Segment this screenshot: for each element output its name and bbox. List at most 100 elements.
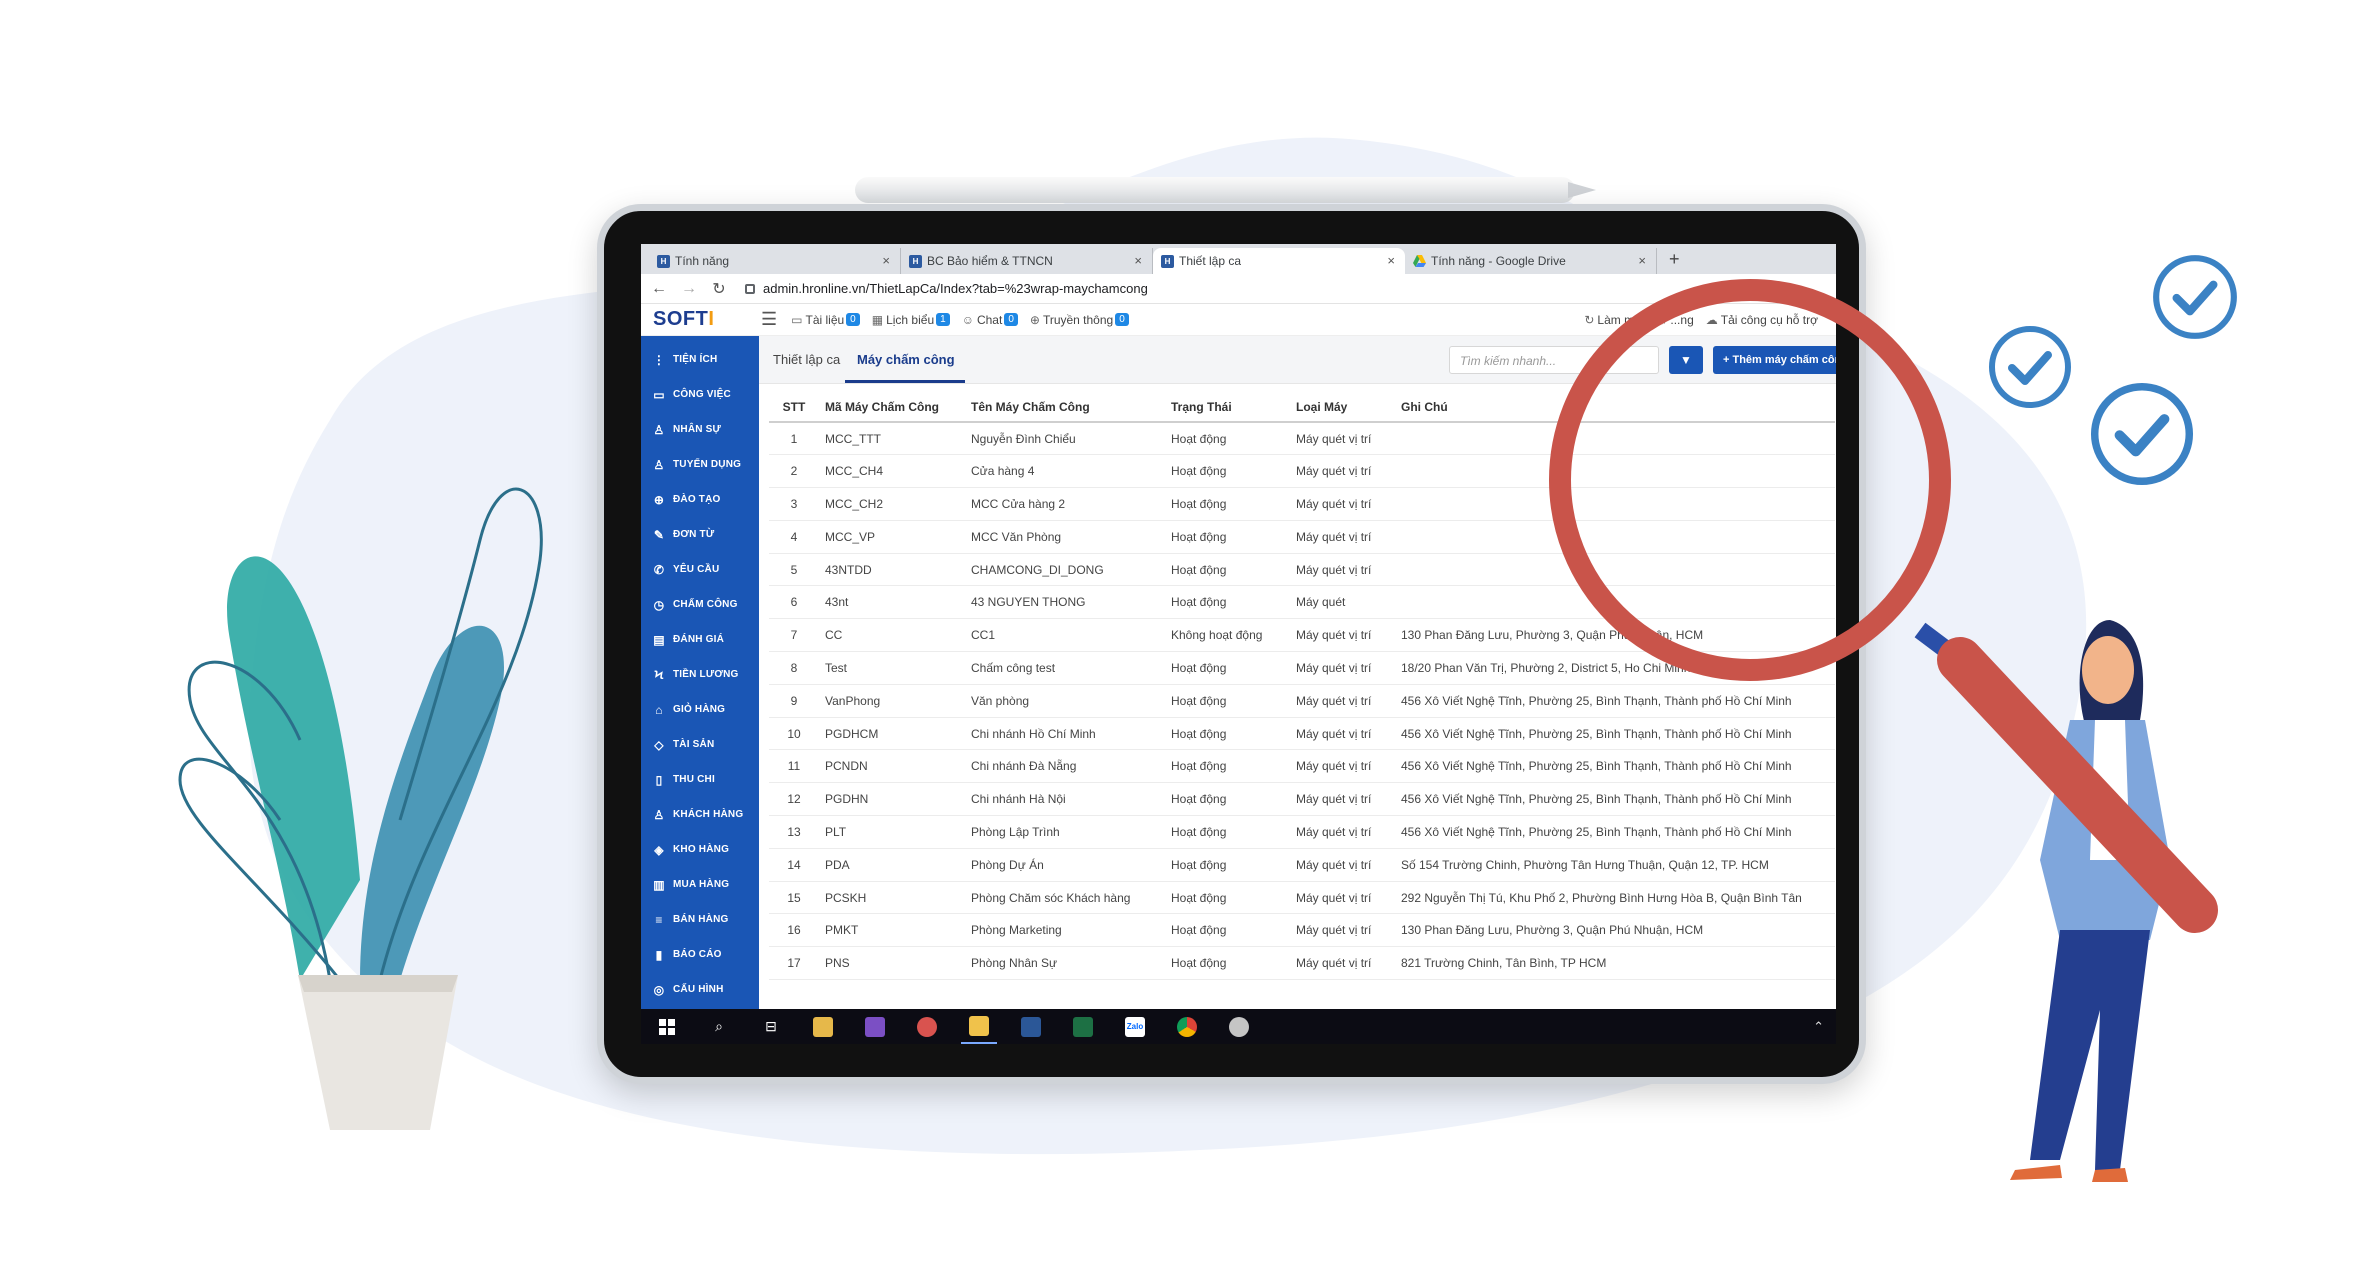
status-cell: Hoạt động bbox=[1165, 848, 1290, 882]
search-icon[interactable]: ⌕ bbox=[701, 1009, 737, 1044]
close-icon[interactable]: × bbox=[1387, 253, 1395, 268]
file-explorer-icon[interactable] bbox=[961, 1009, 997, 1044]
diamond-icon: ◇ bbox=[654, 737, 664, 752]
column-header[interactable]: Tên Máy Chấm Công bbox=[965, 392, 1165, 423]
menu-icon[interactable]: ☰ bbox=[761, 309, 777, 330]
excel-icon[interactable] bbox=[1065, 1009, 1101, 1044]
machine-type-cell: Máy quét vị trí bbox=[1290, 553, 1395, 587]
sidebar-item-gio-hang[interactable]: ⌂ Giỏ hàng bbox=[641, 692, 759, 727]
reload-icon[interactable]: ↻ bbox=[707, 279, 731, 299]
machine-code-cell: PLT bbox=[819, 815, 965, 849]
sidebar-item-kho-hang[interactable]: ◈ Kho hàng bbox=[641, 832, 759, 867]
close-icon[interactable]: × bbox=[1134, 253, 1142, 268]
status-cell: Hoạt động bbox=[1165, 454, 1290, 489]
visual-studio-icon[interactable] bbox=[857, 1009, 893, 1044]
stt-cell: 11 bbox=[769, 749, 819, 784]
header-item-documents[interactable]: ▭ Tài liệu 0 bbox=[791, 313, 860, 327]
back-arrow-icon[interactable]: ← bbox=[647, 280, 671, 298]
sidebar-item-bao-cao[interactable]: ▮ Báo cáo bbox=[641, 937, 759, 972]
status-cell: Hoạt động bbox=[1165, 946, 1290, 981]
more-icon: ⋮ bbox=[652, 352, 666, 367]
machine-type-cell: Máy quét vị trí bbox=[1290, 618, 1395, 653]
sidebar-item-cham-cong[interactable]: ◷ Chấm công bbox=[641, 587, 759, 622]
sidebar-item-ban-hang[interactable]: ≡ Bán hàng bbox=[641, 902, 759, 937]
sidebar-item-tuyen-dung[interactable]: ♙ Tuyển dụng bbox=[641, 447, 759, 482]
status-cell: Hoạt động bbox=[1165, 520, 1290, 554]
url-field[interactable]: admin.hronline.vn/ThietLapCa/Index?tab=%… bbox=[745, 281, 1148, 296]
windows-start-icon[interactable] bbox=[649, 1009, 685, 1044]
column-header[interactable]: Trạng Thái bbox=[1165, 392, 1290, 423]
task-view-icon[interactable]: ⊟ bbox=[753, 1009, 789, 1044]
machine-code-cell: MCC_CH2 bbox=[819, 487, 965, 521]
column-header[interactable]: Mã Máy Chấm Công bbox=[819, 392, 965, 423]
tab-thiet-lap-ca[interactable]: Thiết lập ca bbox=[773, 352, 840, 367]
column-header[interactable]: STT bbox=[769, 392, 819, 423]
close-icon[interactable]: × bbox=[1638, 253, 1646, 268]
sidebar-item-tien-ich[interactable]: ⋮ Tiện ích bbox=[641, 342, 759, 377]
header-item-chat[interactable]: ☺ Chat 0 bbox=[962, 313, 1018, 327]
sidebar-item-tai-san[interactable]: ◇ Tài sản bbox=[641, 727, 759, 762]
word-icon[interactable] bbox=[1013, 1009, 1049, 1044]
count-badge: 0 bbox=[1004, 313, 1018, 326]
folder-icon: ▭ bbox=[791, 312, 803, 327]
machine-code-cell: MCC_TTT bbox=[819, 422, 965, 456]
system-tray[interactable]: ⌃ bbox=[1813, 1019, 1836, 1035]
hr-logo-icon: H bbox=[1161, 255, 1174, 268]
sidebar-item-dao-tao[interactable]: ⊕ Đào tạo bbox=[641, 482, 759, 517]
column-header[interactable]: Loại Máy bbox=[1290, 392, 1395, 423]
count-badge: 0 bbox=[846, 313, 860, 326]
recruit-icon: ♙ bbox=[653, 457, 665, 472]
browser-tab[interactable]: H BC Bảo hiểm & TTNCN × bbox=[901, 248, 1153, 274]
sidebar-item-nhan-su[interactable]: ♙ Nhân sự bbox=[641, 412, 759, 447]
machine-name-cell: MCC Văn Phòng bbox=[965, 520, 1165, 554]
sidebar: ⋮ Tiện ích ▭ Công việc ♙ Nhân sự ♙ Tuyển dụn… bbox=[641, 336, 759, 1044]
chrome-icon[interactable] bbox=[1169, 1009, 1205, 1044]
tools-icon[interactable] bbox=[805, 1009, 841, 1044]
sidebar-item-cau-hinh[interactable]: ◎ Cấu hình bbox=[641, 972, 759, 1007]
status-cell: Hoạt động bbox=[1165, 717, 1290, 751]
stt-cell: 4 bbox=[769, 520, 819, 554]
header-item-media[interactable]: ⊕ Truyền thông 0 bbox=[1030, 313, 1129, 327]
browser-tab-active[interactable]: H Thiết lập ca × bbox=[1153, 248, 1405, 274]
header-item-calendar[interactable]: ▦ Lịch biểu 1 bbox=[872, 313, 950, 327]
machine-name-cell: Chi nhánh Hà Nội bbox=[965, 782, 1165, 817]
book-icon: ▤ bbox=[653, 632, 665, 647]
stt-cell: 8 bbox=[769, 651, 819, 685]
close-icon[interactable]: × bbox=[882, 253, 890, 268]
stt-cell: 1 bbox=[769, 422, 819, 456]
hr-logo-icon: H bbox=[909, 255, 922, 268]
machine-type-cell: Máy quét vị trí bbox=[1290, 946, 1395, 981]
sidebar-item-mua-hang[interactable]: ▥ Mua hàng bbox=[641, 867, 759, 902]
status-cell: Hoạt động bbox=[1165, 684, 1290, 718]
sidebar-item-khach-hang[interactable]: ♙ Khách hàng bbox=[641, 797, 759, 832]
sidebar-item-yeu-cau[interactable]: ✆ Yêu cầu bbox=[641, 552, 759, 587]
machine-name-cell: Cửa hàng 4 bbox=[965, 454, 1165, 489]
softi-logo[interactable]: SOFTI bbox=[641, 308, 761, 331]
stt-cell: 2 bbox=[769, 454, 819, 489]
status-cell: Hoạt động bbox=[1165, 651, 1290, 685]
zalo-icon[interactable]: Zalo bbox=[1117, 1009, 1153, 1044]
stt-cell: 16 bbox=[769, 913, 819, 948]
machine-name-cell: CC1 bbox=[965, 618, 1165, 653]
sidebar-item-cong-viec[interactable]: ▭ Công việc bbox=[641, 377, 759, 412]
sidebar-item-danh-gia[interactable]: ▤ Đánh giá bbox=[641, 622, 759, 657]
paint-icon[interactable] bbox=[909, 1009, 945, 1044]
machine-name-cell: Phòng Chăm sóc Khách hàng bbox=[965, 881, 1165, 915]
tab-may-cham-cong[interactable]: Máy chấm công bbox=[857, 352, 955, 367]
machine-name-cell: Văn phòng bbox=[965, 684, 1165, 718]
status-cell: Hoạt động bbox=[1165, 749, 1290, 784]
paint-palette-icon[interactable] bbox=[1221, 1009, 1257, 1044]
machine-name-cell: Phòng Marketing bbox=[965, 913, 1165, 948]
machine-code-cell: 43nt bbox=[819, 585, 965, 620]
sidebar-item-don-tu[interactable]: ✎ Đơn từ bbox=[641, 517, 759, 552]
status-cell: Hoạt động bbox=[1165, 815, 1290, 849]
count-badge: 0 bbox=[1115, 313, 1129, 326]
forward-arrow-icon[interactable]: → bbox=[677, 280, 701, 298]
list-icon: ≡ bbox=[655, 912, 663, 927]
sidebar-item-tien-luong[interactable]: ϟ Tiền lương bbox=[641, 657, 759, 692]
machine-name-cell: Chấm công test bbox=[965, 651, 1165, 685]
hr-logo-icon: H bbox=[657, 255, 670, 268]
machine-name-cell: Phòng Lập Trình bbox=[965, 815, 1165, 849]
browser-tab[interactable]: H Tính năng × bbox=[649, 248, 901, 274]
sidebar-item-thu-chi[interactable]: ▯ Thu chi bbox=[641, 762, 759, 797]
